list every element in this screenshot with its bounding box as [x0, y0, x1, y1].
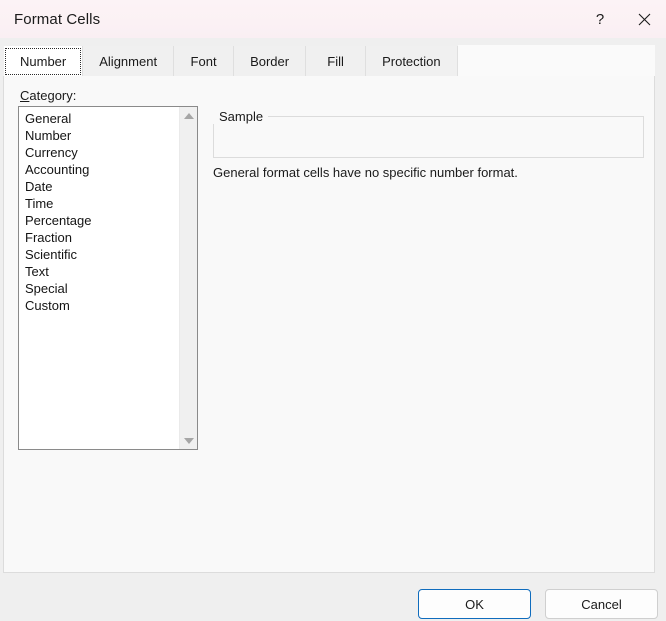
format-description: General format cells have no specific nu…: [213, 165, 518, 180]
category-listbox[interactable]: General Number Currency Accounting Date …: [18, 106, 198, 450]
tab-font[interactable]: Font: [174, 46, 235, 77]
close-button[interactable]: [622, 0, 666, 38]
list-item[interactable]: Currency: [24, 144, 179, 161]
list-item[interactable]: Accounting: [24, 161, 179, 178]
category-label-accelerator: C: [20, 88, 30, 103]
list-item[interactable]: Text: [24, 263, 179, 280]
tab-strip: Number Alignment Font Border Fill Protec…: [3, 45, 655, 77]
number-tab-panel: Category: General Number Currency Accoun…: [3, 76, 655, 573]
scroll-up-arrow-icon[interactable]: [180, 107, 197, 124]
tab-fill[interactable]: Fill: [306, 46, 367, 77]
category-label-rest: ategory:: [29, 88, 77, 103]
tab-protection[interactable]: Protection: [366, 46, 458, 77]
tab-alignment[interactable]: Alignment: [83, 46, 175, 77]
list-item[interactable]: Number: [24, 127, 179, 144]
scroll-down-arrow-icon[interactable]: [180, 432, 197, 449]
list-item[interactable]: Scientific: [24, 246, 179, 263]
category-list-items: General Number Currency Accounting Date …: [19, 107, 179, 449]
close-icon: [638, 13, 650, 25]
question-mark-icon: ?: [595, 10, 605, 28]
list-item[interactable]: Time: [24, 195, 179, 212]
list-item[interactable]: Custom: [24, 297, 179, 314]
sample-groupbox-label: Sample: [213, 109, 269, 124]
category-list-scrollbar[interactable]: [179, 107, 197, 449]
title-bar: Format Cells ?: [0, 0, 666, 38]
dialog-footer: OK Cancel: [0, 573, 666, 621]
list-item[interactable]: Fraction: [24, 229, 179, 246]
window-title: Format Cells: [14, 10, 101, 28]
list-item[interactable]: Date: [24, 178, 179, 195]
tab-strip-filler: [457, 45, 655, 77]
list-item[interactable]: Special: [24, 280, 179, 297]
sample-groupbox: [213, 116, 644, 158]
help-button[interactable]: ?: [578, 0, 622, 38]
scrollbar-track[interactable]: [180, 124, 197, 432]
cancel-button[interactable]: Cancel: [545, 589, 658, 619]
category-label: Category:: [20, 88, 76, 103]
list-item[interactable]: Percentage: [24, 212, 179, 229]
tab-border[interactable]: Border: [234, 46, 307, 77]
ok-button[interactable]: OK: [418, 589, 531, 619]
list-item[interactable]: General: [24, 110, 179, 127]
tab-number[interactable]: Number: [3, 46, 84, 77]
